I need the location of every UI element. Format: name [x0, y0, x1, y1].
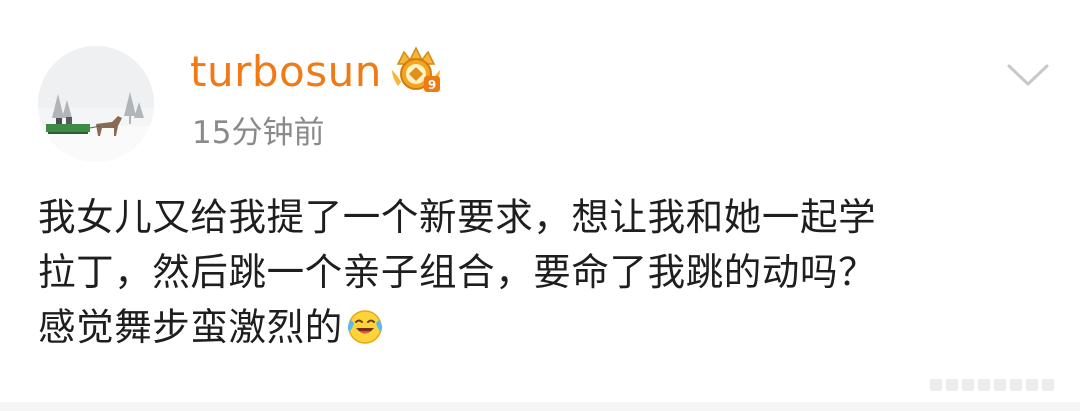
post-body-line: 拉丁，然后跳一个亲子组合，要命了我跳的动吗？: [38, 250, 877, 294]
weibo-post-card: turbosun 9 15分钟前 我女儿又给我提了一个新要求，想让我和她一起学 …: [0, 0, 1080, 411]
user-avatar[interactable]: [38, 46, 154, 162]
avatar-image: [38, 46, 154, 162]
post-body-line-last: 感觉舞步蛮激烈的: [38, 300, 1048, 355]
section-divider: [0, 402, 1080, 411]
post-timestamp: 15分钟前: [192, 115, 325, 151]
watermark-icon: [930, 379, 1054, 391]
crown-level-badge-icon[interactable]: 9: [388, 46, 444, 96]
post-body-line: 我女儿又给我提了一个新要求，想让我和她一起学: [38, 195, 877, 239]
laughing-crying-emoji-icon: [345, 306, 385, 346]
post-body-text: 感觉舞步蛮激烈的: [38, 305, 343, 349]
badge-level: 9: [428, 78, 436, 92]
chevron-down-icon[interactable]: [1005, 60, 1051, 90]
author-username[interactable]: turbosun: [190, 44, 382, 100]
post-body: 我女儿又给我提了一个新要求，想让我和她一起学 拉丁，然后跳一个亲子组合，要命了我…: [38, 190, 1048, 355]
